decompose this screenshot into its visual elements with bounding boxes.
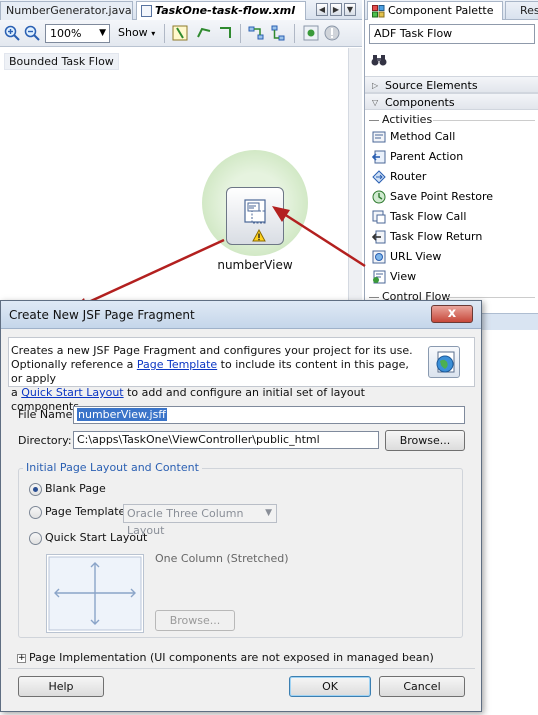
ok-button[interactable]: OK (289, 676, 371, 697)
close-icon: x (447, 306, 457, 321)
quick-start-radio[interactable] (29, 532, 42, 545)
help-label: Help (48, 680, 74, 693)
file-name-value: numberView.jsff (77, 408, 167, 421)
arrow-to-node (283, 212, 366, 268)
blank-page-radio[interactable] (29, 483, 42, 496)
chevron-down-icon: ▼ (265, 508, 272, 518)
arrow-head-icon (272, 206, 290, 222)
quick-start-layout-link[interactable]: Quick Start Layout (21, 386, 123, 399)
dialog-description: Creates a new JSF Page Fragment and conf… (11, 344, 421, 414)
page-template-radio[interactable] (29, 506, 42, 519)
group-title: Initial Page Layout and Content (23, 461, 202, 474)
dialog-title-bar[interactable]: Create New JSF Page Fragment x (1, 301, 481, 329)
expand-plus-icon[interactable]: + (17, 654, 26, 663)
description-line: Creates a new JSF Page Fragment and conf… (11, 344, 413, 357)
create-jsf-fragment-dialog: Create New JSF Page Fragment x Creates a… (0, 300, 482, 712)
dialog-title: Create New JSF Page Fragment (9, 308, 195, 322)
page-template-label: Page Template (45, 505, 126, 518)
file-name-label: File Name: (18, 408, 77, 421)
page-implementation-label[interactable]: Page Implementation (UI components are n… (29, 651, 434, 664)
close-button[interactable]: x (431, 305, 473, 323)
help-button[interactable]: Help (18, 676, 104, 697)
description-text: Optionally reference a (11, 358, 137, 371)
blank-page-label: Blank Page (45, 482, 106, 495)
file-name-input[interactable]: numberView.jsff (73, 406, 465, 424)
cancel-button[interactable]: Cancel (379, 676, 465, 697)
layout-browse-button[interactable]: Browse... (155, 610, 235, 631)
page-template-select[interactable]: Oracle Three Column Layout ▼ (123, 504, 277, 537)
globe-page-icon (428, 346, 460, 378)
arrow-to-dialog (79, 238, 225, 308)
description-line: Optionally reference a Page Template to … (11, 358, 421, 386)
browse-label: Browse... (169, 614, 221, 627)
layout-name: One Column (Stretched) (155, 552, 289, 565)
layout-preview (46, 554, 144, 633)
directory-label: Directory: (18, 434, 72, 447)
browse-button[interactable]: Browse... (385, 430, 465, 451)
page-template-link[interactable]: Page Template (137, 358, 217, 371)
quick-start-label: Quick Start Layout (45, 531, 148, 544)
dialog-divider (8, 668, 475, 669)
browse-label: Browse... (399, 434, 451, 447)
cancel-label: Cancel (403, 680, 441, 693)
directory-value: C:\apps\TaskOne\ViewController\public_ht… (77, 433, 320, 446)
directory-input[interactable]: C:\apps\TaskOne\ViewController\public_ht… (73, 431, 379, 449)
description-text: a (11, 386, 22, 399)
ok-label: OK (322, 680, 338, 693)
